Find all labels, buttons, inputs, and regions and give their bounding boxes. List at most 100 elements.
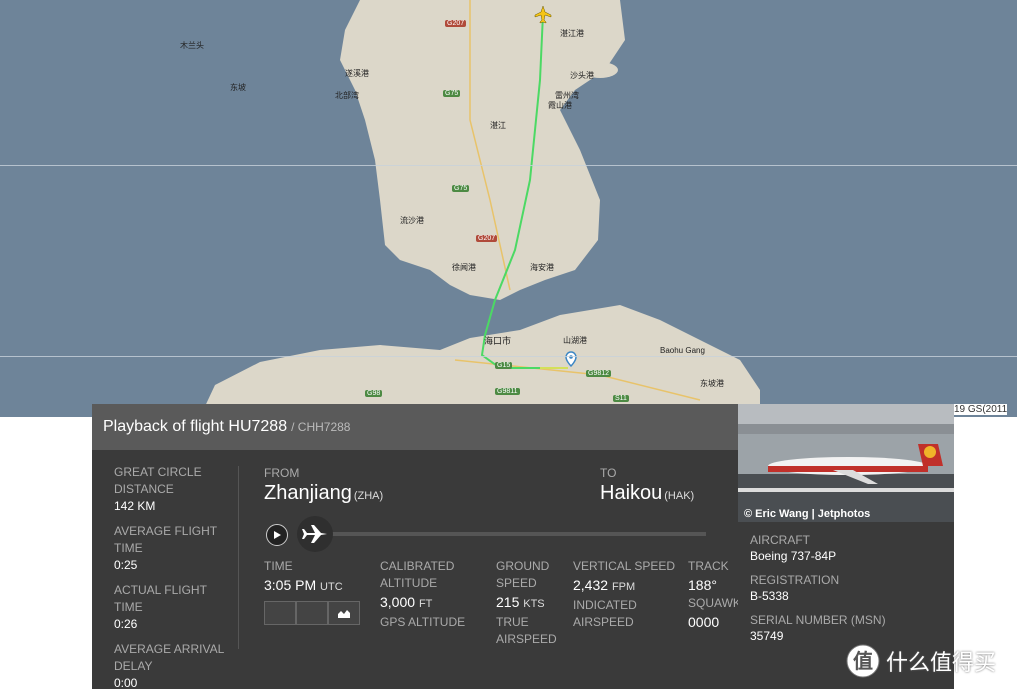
aircraft-type-value: Boeing 737-84P <box>750 549 837 563</box>
vspeed-value: 2,432 <box>573 577 609 593</box>
aircraft-photo-image <box>738 404 954 522</box>
chart-icon <box>338 609 350 618</box>
map-copyright: 19 GS(2011 <box>954 404 1008 415</box>
cal-alt-label: CALIBRATED ALTITUDE <box>380 559 455 590</box>
cal-alt-unit: FT <box>418 598 433 610</box>
destination-code: (HAK) <box>664 490 695 502</box>
altitude-chart-button[interactable] <box>328 601 360 625</box>
map-label: 湛江港 <box>560 29 584 38</box>
divider <box>238 466 239 649</box>
map-label: 湛江 <box>490 121 506 130</box>
playback-timeline[interactable] <box>324 532 706 536</box>
serial-value: 35749 <box>750 629 784 643</box>
track-cell: TRACK 188° SQUAWK 0000 <box>688 558 741 632</box>
stat-great-circle: GREAT CIRCLE DISTANCE 142 KM <box>114 464 234 515</box>
serial-label: SERIAL NUMBER (MSN) <box>750 613 886 627</box>
watermark-text: 什么值得买 <box>886 651 997 676</box>
small-island <box>610 322 640 338</box>
road-shield: S11 <box>613 395 629 402</box>
map-gridline <box>0 356 1017 357</box>
map-label: 木兰头 <box>180 41 204 50</box>
track-label: TRACK <box>688 559 729 573</box>
playback-panel: Playback of flight HU7288 / CHH7288 GREA… <box>92 404 741 690</box>
destination-name: Haikou <box>600 482 663 504</box>
flight-stats: GREAT CIRCLE DISTANCE 142 KM AVERAGE FLI… <box>114 464 234 700</box>
map-label: 东坡 <box>230 83 246 92</box>
stat-label: GREAT CIRCLE DISTANCE <box>114 465 202 496</box>
stat-label: AVERAGE FLIGHT TIME <box>114 524 217 555</box>
true-airspeed-label: TRUE AIRSPEED <box>496 615 557 646</box>
indicated-label: INDICATED AIRSPEED <box>573 598 637 629</box>
airplane-icon <box>302 525 327 543</box>
map-label: 北部湾 <box>335 91 359 100</box>
play-icon <box>274 531 281 539</box>
origin-code: (ZHA) <box>353 490 384 502</box>
squawk-label: SQUAWK <box>688 596 741 610</box>
toggle-button[interactable] <box>296 601 328 625</box>
aircraft-info: AIRCRAFT Boeing 737-84P REGISTRATION B-5… <box>750 532 886 652</box>
map-label: 海安港 <box>530 263 554 272</box>
map-label: 霞山港 <box>548 101 572 110</box>
stat-label: ACTUAL FLIGHT TIME <box>114 583 207 614</box>
ground-speed-unit: KTS <box>523 598 545 610</box>
ground-speed-label: GROUND SPEED <box>496 559 550 590</box>
map-label: 东坡港 <box>700 379 724 388</box>
map-label: 遂溪港 <box>345 69 369 78</box>
squawk-value: 0000 <box>688 614 720 630</box>
panel-title: Playback of flight HU7288 <box>103 418 288 435</box>
panel-header: Playback of flight HU7288 / CHH7288 <box>92 404 738 450</box>
altitude-cell: CALIBRATED ALTITUDE 3,000 FT GPS ALTITUD… <box>380 558 470 631</box>
panel-callsign: / CHH7288 <box>291 420 351 434</box>
registration-value: B-5338 <box>750 589 789 603</box>
aircraft-type-label: AIRCRAFT <box>750 533 810 547</box>
play-button[interactable] <box>266 524 288 546</box>
watermark: 值 什么值得买 <box>846 644 996 678</box>
destination-airport[interactable]: Haikou (HAK) <box>600 482 694 505</box>
map-label: 海口市 <box>484 336 512 346</box>
toggle-button[interactable] <box>264 601 296 625</box>
stat-value: 0:26 <box>114 617 138 631</box>
registration-label: REGISTRATION <box>750 573 840 587</box>
time-value: 3:05 PM <box>264 577 317 593</box>
hainan-land <box>200 305 760 417</box>
stat-value: 0:25 <box>114 558 138 572</box>
flight-map[interactable]: 东坡 遂溪港 徐闻港 海安港 湛江港 海口市 Baohu Gang 山湖港 东坡… <box>0 0 1017 417</box>
vspeed-label: VERTICAL SPEED <box>573 559 676 573</box>
aircraft-photo[interactable]: © Eric Wang | Jetphotos <box>738 404 954 522</box>
origin-name: Zhanjiang <box>264 482 352 504</box>
stat-actual-flight: ACTUAL FLIGHT TIME 0:26 <box>114 582 234 633</box>
map-label: 山湖港 <box>563 336 587 345</box>
map-label: 流沙港 <box>400 216 424 225</box>
ground-speed-value: 215 <box>496 594 520 610</box>
road-shield: G98 <box>365 390 383 397</box>
view-toggle-group <box>264 601 360 625</box>
road-shield: G207 <box>476 235 498 242</box>
time-unit: UTC <box>320 581 343 593</box>
map-canvas <box>200 0 760 417</box>
svg-text:值: 值 <box>853 649 873 673</box>
gps-alt-label: GPS ALTITUDE <box>380 615 466 629</box>
road-shield: G75 <box>443 90 461 97</box>
map-label: Baohu Gang <box>660 346 705 355</box>
peninsula-land <box>340 0 625 300</box>
map-label: 徐闻港 <box>452 263 476 272</box>
time-cell: TIME 3:05 PM UTC <box>264 558 343 597</box>
vspeed-cell: VERTICAL SPEED 2,432 FPM INDICATED AIRSP… <box>573 558 675 631</box>
smzdm-logo-icon: 值 <box>846 644 880 678</box>
road-shield: G9811 <box>495 388 520 395</box>
time-label: TIME <box>264 559 293 573</box>
speed-cell: GROUND SPEED 215 KTS TRUE AIRSPEED <box>496 558 566 648</box>
vspeed-unit: FPM <box>611 581 636 593</box>
stat-label: AVERAGE ARRIVAL DELAY <box>114 642 224 673</box>
stat-avg-flight: AVERAGE FLIGHT TIME 0:25 <box>114 523 234 574</box>
from-label: FROM <box>264 466 300 480</box>
photo-credit[interactable]: © Eric Wang | Jetphotos <box>744 508 870 520</box>
stat-avg-arrival: AVERAGE ARRIVAL DELAY 0:00 <box>114 641 234 692</box>
map-label: 沙头港 <box>570 71 594 80</box>
map-gridline <box>0 165 1017 166</box>
to-label: TO <box>600 466 617 480</box>
origin-airport[interactable]: Zhanjiang (ZHA) <box>264 482 383 505</box>
map-label: 雷州湾 <box>555 91 579 100</box>
timeline-plane-handle[interactable] <box>297 516 333 552</box>
track-value: 188° <box>688 577 717 593</box>
